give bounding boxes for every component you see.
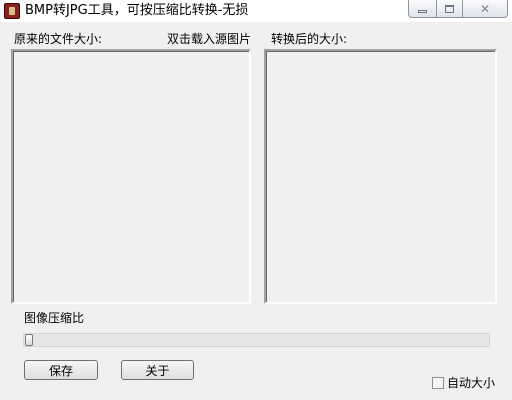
maximize-icon <box>445 4 454 13</box>
auto-size-option[interactable]: 自动大小 <box>432 376 495 390</box>
compression-ratio-label: 图像压缩比 <box>24 311 85 325</box>
converted-size-label: 转换后的大小: <box>271 32 348 46</box>
save-button[interactable]: 保存 <box>24 360 98 380</box>
title-bar[interactable]: BMP转JPG工具，可按压缩比转换-无损 ✕ <box>0 0 512 22</box>
window-controls: ✕ <box>408 0 508 18</box>
compression-ratio-slider[interactable] <box>23 333 490 347</box>
close-icon: ✕ <box>479 1 491 16</box>
source-image-panel[interactable] <box>11 49 251 304</box>
window-title: BMP转JPG工具，可按压缩比转换-无损 <box>25 3 249 18</box>
original-size-label: 原来的文件大小: <box>14 32 103 46</box>
auto-size-checkbox[interactable] <box>432 377 444 389</box>
close-button[interactable]: ✕ <box>462 0 508 18</box>
app-window: BMP转JPG工具，可按压缩比转换-无损 ✕ 原来的文件大小: 双击载入源图片 … <box>0 0 512 400</box>
minimize-icon <box>418 10 427 13</box>
auto-size-label: 自动大小 <box>447 376 496 390</box>
load-source-hint: 双击载入源图片 <box>166 32 251 46</box>
slider-thumb[interactable] <box>25 334 33 346</box>
app-icon[interactable] <box>4 3 20 19</box>
minimize-button[interactable] <box>408 0 436 18</box>
maximize-button[interactable] <box>436 0 462 18</box>
about-button[interactable]: 关于 <box>121 360 194 380</box>
converted-image-panel <box>264 49 497 304</box>
